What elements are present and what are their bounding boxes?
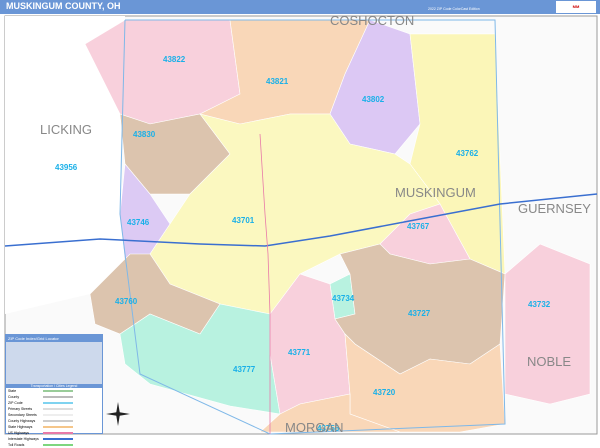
legend-panel: ZIP Code Index/Grid Locator Transportati… [5, 334, 103, 447]
edition-label: 2022 ZIP Code ColorCast Edition [428, 7, 480, 11]
legend-item: Interstate Highways [8, 437, 39, 441]
zip-label: 43956 [55, 163, 78, 172]
county-label: GUERNSEY [518, 201, 591, 216]
zip-label: 43830 [133, 130, 156, 139]
legend-item: State [8, 389, 17, 393]
legend-item: County [8, 395, 20, 399]
legend-item: US Highways [8, 431, 30, 435]
zip-label: 43767 [407, 222, 430, 231]
map-title: MUSKINGUM COUNTY, OH [6, 1, 121, 11]
zip-label: 43762 [456, 149, 479, 158]
legend-item: County Highways [8, 419, 36, 423]
zip-label: 43821 [266, 77, 289, 86]
legend-item: State Highways [8, 425, 33, 429]
zip-area-43732 [504, 243, 591, 405]
legend-item: Secondary Streets [8, 413, 37, 417]
county-label: COSHOCTON [330, 14, 414, 28]
zip-label: 43734 [332, 294, 355, 303]
legend-item: Primary Streets [8, 407, 33, 411]
legend-title: ZIP Code Index/Grid Locator [6, 335, 102, 342]
zip-label: 43822 [163, 55, 186, 64]
legend-item: Toll Roads [8, 443, 25, 447]
logo: MM [556, 1, 596, 13]
zip-label: 43720 [373, 388, 396, 397]
header-bar: MUSKINGUM COUNTY, OH 2022 ZIP Code Color… [0, 0, 600, 14]
county-label: NOBLE [527, 354, 571, 369]
county-label: LICKING [40, 122, 92, 137]
zip-label: 43746 [127, 218, 150, 227]
zip-label: 43732 [528, 300, 551, 309]
zip-label: 43802 [362, 95, 385, 104]
zip-label: 43760 [115, 297, 138, 306]
zip-label: 43777 [233, 365, 256, 374]
county-label: MUSKINGUM [395, 185, 476, 200]
zip-label: 43701 [232, 216, 255, 225]
zip-label: 43771 [288, 348, 311, 357]
county-label: MORGAN [285, 420, 344, 435]
legend-item: ZIP Code [8, 401, 23, 405]
zip-label: 43727 [408, 309, 431, 318]
zip-index-grid [6, 342, 102, 384]
